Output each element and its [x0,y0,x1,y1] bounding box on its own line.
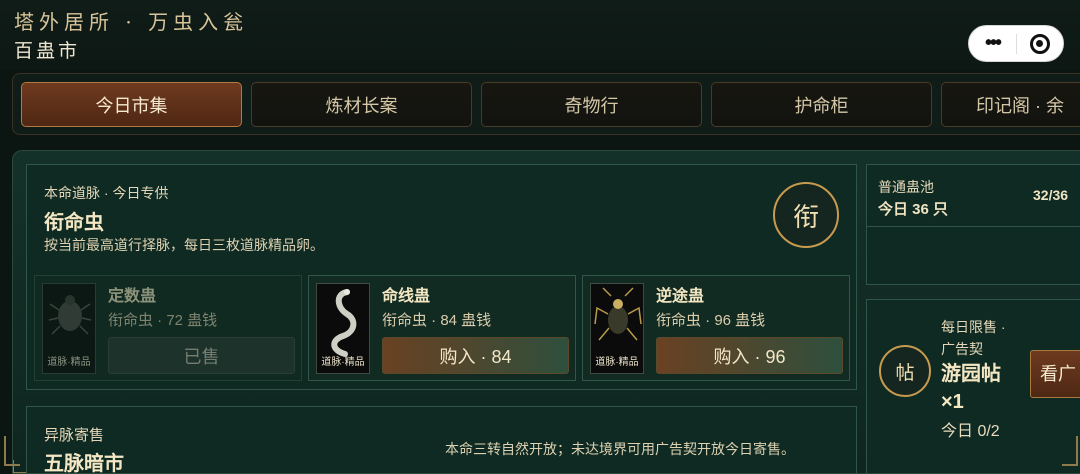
page-title: 百蛊市 [14,41,81,62]
item-card-nitu: 道脉·精品 逆途蛊 衔命虫 · 96 蛊钱 购入 · 96 [582,275,850,381]
item-thumbnail: 道脉·精品 [316,283,370,374]
consignment-title: 五脉暗市 [44,453,124,474]
thumbnail-caption: 道脉·精品 [47,357,91,368]
buy-button[interactable]: 购入 · 84 [382,337,569,374]
item-thumbnail: 道脉·精品 [42,283,96,374]
daily-special-panel: 本命道脉 · 今日专供 衔命虫 按当前最高道行择脉，每日三枚道脉精品卵。 衔 道… [26,164,857,390]
thumbnail-caption: 道脉·精品 [595,357,639,368]
more-options-icon[interactable]: ••• [969,25,1016,62]
common-pool-panel: 普通蛊池 今日 36 只 32/36 [866,164,1080,285]
item-price: 衔命虫 · 96 蛊钱 [656,312,766,329]
watch-ad-button[interactable]: 看广 [1030,350,1080,398]
item-name: 逆途蛊 [656,288,705,305]
tab-curio-shop[interactable]: 奇物行 [481,82,702,127]
ad-offer-kicker: 每日限售 · 广告契 [941,319,1006,357]
item-thumbnail: 道脉·精品 [590,283,644,374]
frame-corner [1062,436,1078,466]
item-card-mingxian: 道脉·精品 命线蛊 衔命虫 · 84 蛊钱 购入 · 84 [308,275,576,381]
top-bar: 塔外居所 · 万虫入瓮 百蛊市 ••• [0,0,1080,70]
buy-button[interactable]: 购入 · 96 [656,337,843,374]
consignment-kicker: 异脉寄售 [44,427,105,444]
daily-special-title: 衔命虫 [44,212,104,234]
mini-program-capsule: ••• [968,25,1064,62]
tab-guardian-cabinet[interactable]: 护命柜 [711,82,932,127]
frame-corner [4,436,20,466]
post-seal-icon: 帖 [879,345,931,397]
consignment-note: 本命三转自然开放；未达境界可用广告契开放今日寄售。 [445,441,795,457]
ad-offer-quota: 今日 0/2 [941,423,1000,440]
close-mini-program-button[interactable] [1017,33,1063,54]
item-name: 定数蛊 [108,288,157,305]
item-name: 命线蛊 [382,288,431,305]
category-tabs: 今日市集 炼材长案 奇物行 护命柜 印记阁 · 余 [12,73,1080,135]
thumbnail-caption: 道脉·精品 [321,357,365,368]
daily-special-description: 按当前最高道行择脉，每日三枚道脉精品卵。 [44,237,324,253]
pool-label: 普通蛊池 [878,179,934,195]
tab-material-desk[interactable]: 炼材长案 [251,82,472,127]
divider [867,226,1080,227]
item-price: 衔命虫 · 84 蛊钱 [382,312,492,329]
item-price: 衔命虫 · 72 蛊钱 [108,312,218,329]
lineage-emblem: 衔 [773,182,839,248]
tab-daily-market[interactable]: 今日市集 [21,82,242,127]
target-circle-icon [1029,33,1050,54]
pool-ratio: 32/36 [1033,187,1069,203]
daily-special-kicker: 本命道脉 · 今日专供 [44,185,169,201]
item-card-dingshu: 道脉·精品 定数蛊 衔命虫 · 72 蛊钱 已售 [34,275,302,381]
ad-offer-panel: 帖 每日限售 · 广告契 游园帖 ×1 今日 0/2 看广 [866,299,1080,473]
pool-count: 今日 36 只 [878,201,949,218]
tab-seal-pavilion[interactable]: 印记阁 · 余 [941,82,1080,127]
sold-button: 已售 [108,337,295,374]
consignment-panel: 异脉寄售 五脉暗市 本命三转自然开放；未达境界可用广告契开放今日寄售。 [26,406,857,474]
app-title: 塔外居所 · 万虫入瓮 [14,10,249,34]
market-content: 本命道脉 · 今日专供 衔命虫 按当前最高道行择脉，每日三枚道脉精品卵。 衔 道… [12,150,1080,474]
ad-offer-title: 游园帖 ×1 [941,363,1001,413]
